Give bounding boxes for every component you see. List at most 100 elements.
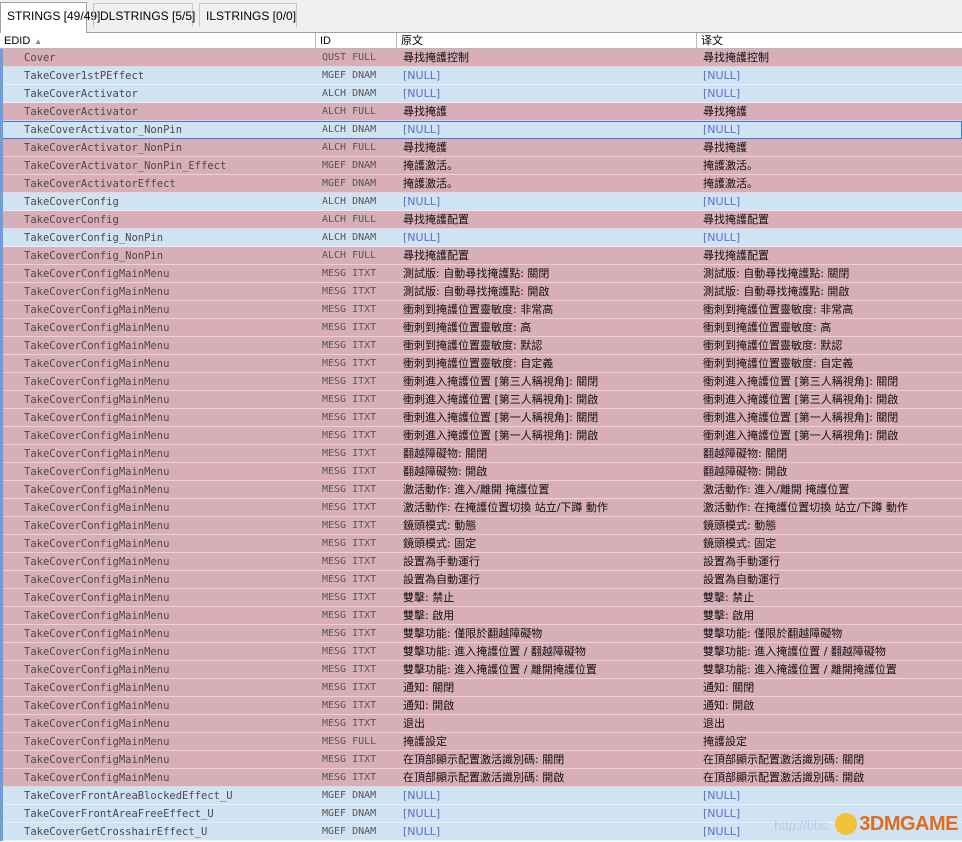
table-row[interactable]: TakeCoverConfigMainMenu MESG ITXT 在頂部顯示配置激… xyxy=(0,769,962,787)
table-row[interactable]: TakeCoverConfigMainMenu MESG ITXT 衝刺進入掩護位置… xyxy=(0,373,962,391)
table-row[interactable]: TakeCoverConfig_NonPin ALCH DNAM [NULL] [NU… xyxy=(0,229,962,247)
cell-translation: 衝刺進入掩護位置 [第一人稱視角]: 關閉 xyxy=(703,411,899,424)
table-row[interactable]: TakeCoverConfigMainMenu MESG ITXT 退出 退出 xyxy=(0,715,962,733)
cell-translation: 尋找掩護配置 xyxy=(703,249,769,262)
cell-translation: 激活動作: 在掩護位置切換 站立/下蹲 動作 xyxy=(703,501,908,514)
cell-edid: TakeCoverConfig xyxy=(24,214,119,226)
table-row[interactable]: TakeCoverActivator_NonPin ALCH DNAM [NULL]… xyxy=(0,121,962,139)
cell-id: MGEF DNAM xyxy=(322,790,377,801)
row-marker xyxy=(0,535,3,553)
cell-source: 測試版: 自動尋找掩護點: 關閉 xyxy=(403,267,550,280)
table-row[interactable]: TakeCoverConfigMainMenu MESG ITXT 設置為手動運行 設… xyxy=(0,553,962,571)
cell-source: 雙擊: 禁止 xyxy=(403,591,455,604)
table-row[interactable]: TakeCoverConfigMainMenu MESG ITXT 衝刺到掩護位置靈… xyxy=(0,355,962,373)
cell-id: ALCH FULL xyxy=(322,250,377,261)
table-row[interactable]: TakeCoverConfigMainMenu MESG ITXT 激活動作: 在掩… xyxy=(0,499,962,517)
grid-body: Cover QUST FULL 尋找掩護控制 尋找掩護控制 TakeCover1stPE… xyxy=(0,49,962,842)
cell-edid: TakeCoverConfigMainMenu xyxy=(24,322,170,334)
cell-id: ALCH DNAM xyxy=(322,196,377,207)
row-marker xyxy=(0,229,3,247)
table-row[interactable]: TakeCoverConfigMainMenu MESG ITXT 雙擊功能: 僅限… xyxy=(0,625,962,643)
table-row[interactable]: TakeCoverConfigMainMenu MESG ITXT 激活動作: 進入… xyxy=(0,481,962,499)
table-row[interactable]: TakeCoverConfigMainMenu MESG ITXT 衝刺進入掩護位置… xyxy=(0,427,962,445)
table-row[interactable]: TakeCoverConfigMainMenu MESG ITXT 雙擊: 禁止 雙擊… xyxy=(0,589,962,607)
cell-id: MESG ITXT xyxy=(322,430,377,441)
cell-source: 衝刺進入掩護位置 [第三人稱視角]: 關閉 xyxy=(403,375,599,388)
table-row[interactable]: TakeCoverConfigMainMenu MESG ITXT 衝刺到掩護位置靈… xyxy=(0,319,962,337)
table-row[interactable]: TakeCoverConfigMainMenu MESG ITXT 設置為自動運行 設… xyxy=(0,571,962,589)
table-row[interactable]: TakeCoverConfigMainMenu MESG ITXT 測試版: 自動尋… xyxy=(0,265,962,283)
table-row[interactable]: TakeCoverConfigMainMenu MESG ITXT 鏡頭模式: 固定… xyxy=(0,535,962,553)
tab-ilstrings[interactable]: ILSTRINGS [0/0] xyxy=(199,3,297,27)
table-row[interactable]: TakeCoverConfigMainMenu MESG ITXT 鏡頭模式: 動態… xyxy=(0,517,962,535)
table-row[interactable]: TakeCoverActivator_NonPin ALCH FULL 尋找掩護 尋找… xyxy=(0,139,962,157)
cell-edid: TakeCoverFrontAreaBlockedEffect_U xyxy=(24,790,233,802)
table-row[interactable]: TakeCoverActivator ALCH FULL 尋找掩護 尋找掩護 xyxy=(0,103,962,121)
cell-translation: 尋找掩護 xyxy=(703,141,747,154)
cell-edid: TakeCoverConfigMainMenu xyxy=(24,610,170,622)
table-row[interactable]: TakeCover1stPEffect MGEF DNAM [NULL] [NULL] xyxy=(0,67,962,85)
row-marker xyxy=(0,103,3,121)
cell-source: 尋找掩護配置 xyxy=(403,213,469,226)
cell-edid: TakeCoverActivator_NonPin_Effect xyxy=(24,160,227,172)
table-row[interactable]: TakeCoverConfigMainMenu MESG ITXT 測試版: 自動尋… xyxy=(0,283,962,301)
table-row[interactable]: TakeCoverConfigMainMenu MESG ITXT 雙擊功能: 進入… xyxy=(0,643,962,661)
row-marker xyxy=(0,373,3,391)
row-marker xyxy=(0,49,3,67)
mascot-icon xyxy=(835,812,858,835)
table-row[interactable]: TakeCoverActivator ALCH DNAM [NULL] [NULL] xyxy=(0,85,962,103)
cell-edid: TakeCoverConfigMainMenu xyxy=(24,394,170,406)
table-row[interactable]: TakeCoverConfigMainMenu MESG ITXT 雙擊功能: 進入… xyxy=(0,661,962,679)
table-row[interactable]: TakeCoverConfig ALCH DNAM [NULL] [NULL] xyxy=(0,193,962,211)
table-row[interactable]: TakeCoverConfigMainMenu MESG ITXT 衝刺進入掩護位置… xyxy=(0,391,962,409)
table-row[interactable]: TakeCoverConfig_NonPin ALCH FULL 尋找掩護配置 尋找掩… xyxy=(0,247,962,265)
cell-translation: 設置為手動運行 xyxy=(703,555,780,568)
cell-source: [NULL] xyxy=(403,195,441,208)
strings-grid[interactable]: EDID ▲ ID 原文 译文 Cover QUST FULL 尋找掩護控制 尋找掩護控… xyxy=(0,33,962,842)
table-row[interactable]: TakeCoverConfigMainMenu MESG ITXT 通知: 關閉 通知… xyxy=(0,679,962,697)
tab-dlstrings[interactable]: DLSTRINGS [5/5] xyxy=(93,3,195,27)
table-row[interactable]: TakeCoverActivatorEffect MGEF DNAM 掩護激活。 掩護… xyxy=(0,175,962,193)
cell-id: QUST FULL xyxy=(322,52,377,63)
cell-source: 掩護設定 xyxy=(403,735,447,748)
tab-strings[interactable]: STRINGS [49/49] xyxy=(0,2,100,33)
table-row[interactable]: TakeCoverConfigMainMenu MESG ITXT 衝刺到掩護位置靈… xyxy=(0,337,962,355)
column-header-source[interactable]: 原文 xyxy=(397,33,697,49)
row-marker xyxy=(0,391,3,409)
cell-edid: TakeCoverConfigMainMenu xyxy=(24,646,170,658)
table-row[interactable]: TakeCoverConfigMainMenu MESG FULL 掩護設定 掩護設定 xyxy=(0,733,962,751)
row-marker xyxy=(0,157,3,175)
table-row[interactable]: TakeCoverConfigMainMenu MESG ITXT 衝刺到掩護位置靈… xyxy=(0,301,962,319)
table-row[interactable]: TakeCoverConfigMainMenu MESG ITXT 翻越障礙物: 開… xyxy=(0,463,962,481)
row-marker xyxy=(0,85,3,103)
table-row[interactable]: TakeCoverConfigMainMenu MESG ITXT 翻越障礙物: 關… xyxy=(0,445,962,463)
cell-source: 衝刺到掩護位置靈敏度: 默認 xyxy=(403,339,543,352)
table-row[interactable]: TakeCoverConfigMainMenu MESG ITXT 衝刺進入掩護位置… xyxy=(0,409,962,427)
cell-translation: 掩護設定 xyxy=(703,735,747,748)
table-row[interactable]: TakeCoverActivator_NonPin_Effect MGEF DNA… xyxy=(0,157,962,175)
table-row[interactable]: Cover QUST FULL 尋找掩護控制 尋找掩護控制 xyxy=(0,49,962,67)
cell-edid: TakeCoverConfig_NonPin xyxy=(24,232,164,244)
cell-edid: TakeCoverConfigMainMenu xyxy=(24,466,170,478)
table-row[interactable]: TakeCoverConfigMainMenu MESG ITXT 雙擊: 啟用 雙擊… xyxy=(0,607,962,625)
column-header-translation[interactable]: 译文 xyxy=(697,33,962,49)
table-row[interactable]: TakeCoverFrontAreaBlockedEffect_U MGEF DN… xyxy=(0,787,962,805)
cell-id: MGEF DNAM xyxy=(322,160,377,171)
cell-source: 鏡頭模式: 固定 xyxy=(403,537,477,550)
table-row[interactable]: TakeCoverConfigMainMenu MESG ITXT 通知: 開啟 通知… xyxy=(0,697,962,715)
cell-id: MESG ITXT xyxy=(322,268,377,279)
row-marker xyxy=(0,67,3,85)
column-header-translation-label: 译文 xyxy=(701,35,723,47)
table-row[interactable]: TakeCoverConfig ALCH FULL 尋找掩護配置 尋找掩護配置 xyxy=(0,211,962,229)
row-marker xyxy=(0,337,3,355)
cell-source: 尋找掩護 xyxy=(403,141,447,154)
cell-id: ALCH DNAM xyxy=(322,232,377,243)
column-header-edid[interactable]: EDID ▲ xyxy=(0,33,316,49)
cell-translation: 衝刺進入掩護位置 [第三人稱視角]: 關閉 xyxy=(703,375,899,388)
table-row[interactable]: TakeCoverConfigMainMenu MESG ITXT 在頂部顯示配置激… xyxy=(0,751,962,769)
cell-source: 翻越障礙物: 開啟 xyxy=(403,465,488,478)
cell-edid: TakeCoverActivatorEffect xyxy=(24,178,176,190)
cell-id: MESG ITXT xyxy=(322,340,377,351)
row-marker xyxy=(0,607,3,625)
column-header-id[interactable]: ID xyxy=(316,33,397,49)
